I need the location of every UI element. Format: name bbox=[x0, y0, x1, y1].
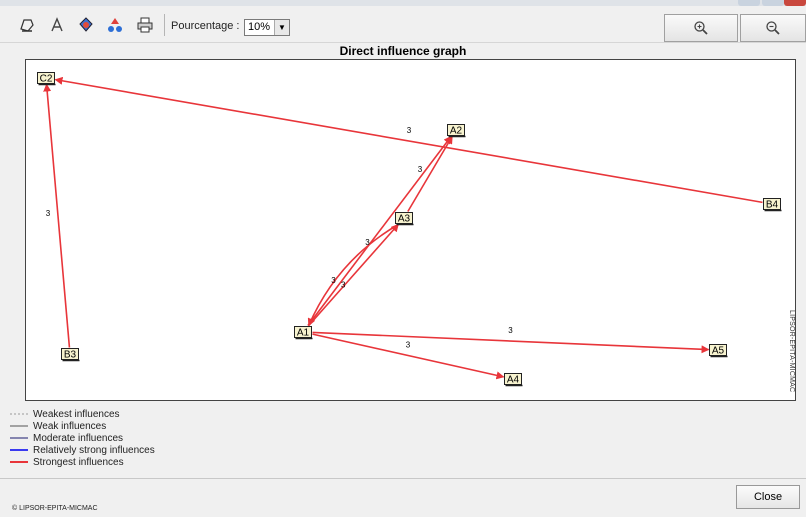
influence-graph: 33333333 C2A2B4A3A1B3 A5A4 bbox=[37, 72, 782, 387]
edge-weight-label: 3 bbox=[341, 281, 346, 290]
node-label: B3 bbox=[64, 350, 77, 361]
color-icon[interactable] bbox=[73, 12, 99, 38]
legend-item: Moderate influences bbox=[10, 432, 155, 444]
percentage-label: Pourcentage : bbox=[171, 20, 240, 32]
legend-label: Moderate influences bbox=[33, 432, 124, 444]
graph-title: Direct influence graph bbox=[339, 44, 467, 58]
legend-item: Relatively strong influences bbox=[10, 444, 155, 456]
zoom-in-icon bbox=[694, 21, 708, 35]
toolbar: Pourcentage : 10% ▼ bbox=[0, 6, 806, 43]
zoom-in-button[interactable] bbox=[664, 14, 738, 42]
filter-icon[interactable] bbox=[102, 12, 128, 38]
edge-weight-label: 3 bbox=[407, 126, 412, 135]
percentage-value: 10% bbox=[248, 21, 271, 33]
node-a2[interactable]: A2 bbox=[447, 124, 466, 138]
legend-item: Weak influences bbox=[10, 420, 155, 432]
bottom-separator bbox=[0, 478, 806, 479]
percentage-select[interactable]: 10% ▼ bbox=[244, 19, 290, 36]
legend-label: Weakest influences bbox=[33, 408, 120, 420]
edge-a1-to-a3 bbox=[308, 223, 399, 327]
legend-line-swatch bbox=[10, 449, 28, 451]
legend-line-swatch bbox=[10, 461, 28, 463]
node-label: A1 bbox=[297, 328, 310, 339]
node-c2[interactable]: C2 bbox=[37, 72, 56, 86]
legend: Weakest influences Weak influences Moderat… bbox=[10, 408, 155, 468]
edge-weight-label: 3 bbox=[418, 165, 423, 174]
edge-a3-to-a2 bbox=[407, 135, 453, 212]
node-label: C2 bbox=[40, 74, 53, 85]
legend-line-swatch bbox=[10, 425, 28, 427]
edge-weight-label: 3 bbox=[508, 326, 513, 335]
copy-icon[interactable] bbox=[14, 12, 40, 38]
edge-weight-label: 3 bbox=[406, 341, 411, 350]
graph-canvas: 33333333 C2 A2 B4 A3 A1 B3 A5 A4 bbox=[25, 59, 796, 401]
node-a4[interactable]: A4 bbox=[504, 373, 523, 387]
legend-label: Weak influences bbox=[33, 420, 107, 432]
edge-weight-label: 3 bbox=[331, 276, 336, 285]
node-b3[interactable]: B3 bbox=[61, 348, 80, 362]
chevron-down-icon[interactable]: ▼ bbox=[274, 20, 289, 35]
zoom-out-icon bbox=[766, 21, 780, 35]
copyright-text: © LIPSOR-EPITA-MICMAC bbox=[12, 505, 98, 512]
edge-weight-label: 3 bbox=[365, 238, 370, 247]
node-label: B4 bbox=[766, 200, 779, 211]
node-a1[interactable]: A1 bbox=[294, 326, 313, 340]
legend-label: Strongest influences bbox=[33, 456, 124, 468]
legend-line-swatch bbox=[10, 437, 28, 439]
legend-item: Strongest influences bbox=[10, 456, 155, 468]
toolbar-separator bbox=[164, 14, 165, 36]
node-label: A3 bbox=[398, 214, 411, 225]
edge-weight-label: 3 bbox=[46, 209, 51, 218]
print-icon[interactable] bbox=[132, 12, 158, 38]
watermark: LIPSOR-EPITA-MICMAC bbox=[788, 310, 795, 393]
node-a5[interactable]: A5 bbox=[709, 344, 728, 358]
legend-label: Relatively strong influences bbox=[33, 444, 155, 456]
node-b4[interactable]: B4 bbox=[763, 198, 782, 212]
node-label: A4 bbox=[507, 375, 520, 386]
close-button[interactable]: Close bbox=[736, 485, 800, 509]
node-label: A2 bbox=[450, 126, 463, 137]
zoom-out-button[interactable] bbox=[740, 14, 806, 42]
font-icon[interactable] bbox=[44, 12, 70, 38]
edge-a1-to-a2 bbox=[307, 135, 452, 326]
node-a3[interactable]: A3 bbox=[395, 212, 414, 226]
legend-item: Weakest influences bbox=[10, 408, 155, 420]
node-label: A5 bbox=[712, 346, 725, 357]
edge-b4-to-c2 bbox=[54, 76, 763, 204]
legend-line-swatch bbox=[10, 413, 28, 415]
